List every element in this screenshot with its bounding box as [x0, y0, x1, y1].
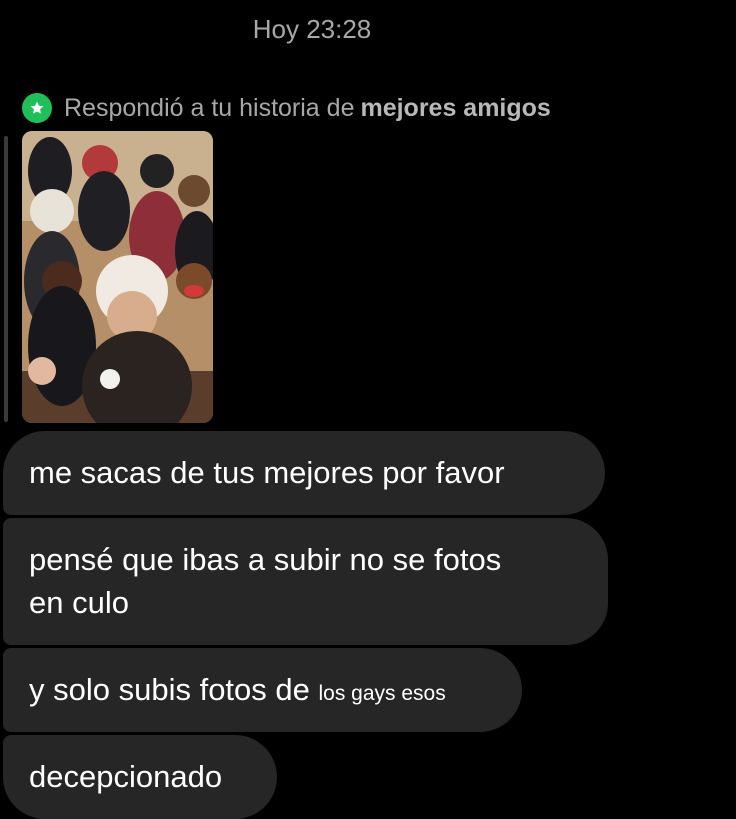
message-bubble[interactable]: y solo subis fotos de los gays esos — [3, 648, 522, 732]
message-small-text: los gays esos — [318, 682, 446, 705]
message-bubble[interactable]: me sacas de tus mejores por favor — [3, 431, 605, 515]
message-text: decepcionado — [29, 759, 223, 794]
reply-indicator-line — [4, 136, 8, 422]
message-text-line: pensé que ibas a subir no se fotos — [29, 542, 502, 577]
story-reply-header: Respondió a tu historia de mejores amigo… — [22, 93, 551, 123]
reply-header-text: Respondió a tu historia de — [64, 93, 355, 122]
message-text: me sacas de tus mejores por favor — [29, 455, 505, 490]
message-text-line: en culo — [29, 585, 129, 620]
message-text: y solo subis fotos de — [29, 672, 319, 707]
message-timestamp: Hoy 23:28 — [252, 14, 372, 44]
story-thumbnail[interactable] — [22, 131, 213, 423]
star-icon — [22, 93, 52, 123]
close-friends-label: mejores amigos — [360, 93, 551, 122]
message-bubble[interactable]: pensé que ibas a subir no se fotos en cu… — [3, 518, 608, 645]
message-bubble[interactable]: decepcionado — [3, 735, 277, 819]
